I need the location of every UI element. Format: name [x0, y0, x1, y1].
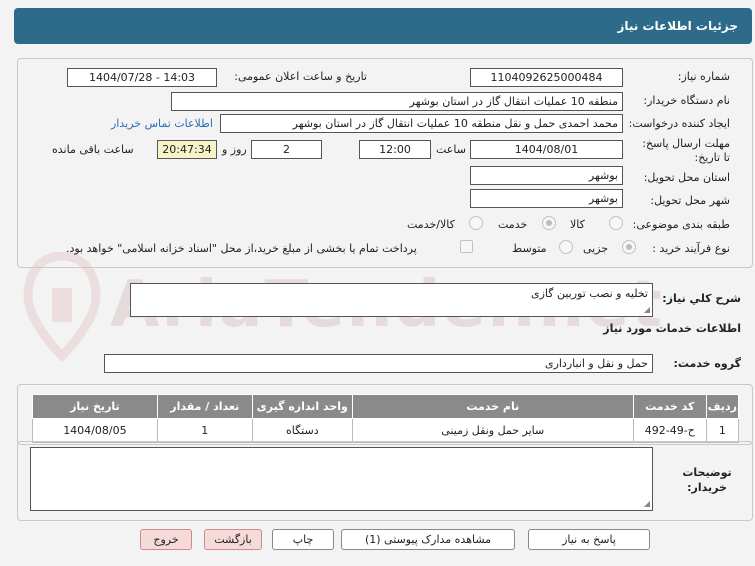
- print-button[interactable]: چاپ: [272, 529, 334, 550]
- cell-row: 1: [705, 418, 740, 443]
- watermark-logo: [22, 251, 102, 363]
- need-number-label: شماره نیاز:: [677, 70, 730, 83]
- category-option-service: خدمت: [498, 218, 528, 231]
- province-label: استان محل تحویل:: [643, 171, 730, 184]
- deadline-label: مهلت ارسال پاسخ: تا تاریخ:: [642, 137, 730, 164]
- col-date: تاریخ نیاز: [32, 394, 158, 419]
- service-group-field: حمل و نقل و انبارداری: [104, 354, 653, 373]
- cell-qty: 1: [156, 418, 253, 443]
- summary-field: تخلیه و نصب توربین گازی ◢: [130, 283, 653, 317]
- deadline-date-field: 1404/08/01: [470, 140, 623, 159]
- cell-code: ح-49-492: [632, 418, 707, 443]
- category-option-both: کالا/خدمت: [407, 218, 455, 231]
- exit-button[interactable]: خروج: [140, 529, 192, 550]
- buyer-org-label: نام دستگاه خریدار:: [643, 94, 730, 107]
- treasury-payment-note: پرداخت تمام یا بخشی از مبلغ خرید،از محل …: [66, 242, 417, 255]
- resize-grip-icon[interactable]: ◢: [644, 500, 650, 508]
- purchase-radio-medium[interactable]: [559, 240, 573, 254]
- purchase-option-minor: جزیی: [583, 242, 609, 255]
- resize-grip-icon[interactable]: ◢: [644, 306, 650, 314]
- services-section-title: اطلاعات خدمات مورد نیاز: [603, 322, 741, 335]
- summary-label: شرح کلي نياز:: [662, 292, 741, 305]
- category-label: طبقه بندی موضوعی:: [632, 218, 730, 231]
- announce-field: 1404/07/28 - 14:03: [67, 68, 217, 87]
- reply-button[interactable]: پاسخ به نیاز: [528, 529, 650, 550]
- city-field: بوشهر: [470, 189, 623, 208]
- notes-textarea[interactable]: ◢: [30, 447, 653, 511]
- table-row: 1 ح-49-492 سایر حمل ونقل زمینی دستگاه 1 …: [32, 418, 740, 443]
- col-row: ردیف: [705, 394, 740, 419]
- purchase-type-label: نوع فرآیند خرید :: [652, 242, 730, 255]
- days-field: 2: [251, 140, 322, 159]
- treasury-payment-checkbox[interactable]: [460, 240, 473, 253]
- cell-name: سایر حمل ونقل زمینی: [351, 418, 634, 443]
- services-table: ردیف کد خدمت نام خدمت واحد اندازه گیری ت…: [32, 394, 740, 443]
- category-radio-service[interactable]: [542, 216, 556, 230]
- creator-field: محمد احمدی حمل و نقل منطقه 10 عملیات انت…: [220, 114, 623, 133]
- cell-unit: دستگاه: [251, 418, 353, 443]
- days-label: روز و: [222, 143, 247, 156]
- remaining-label: ساعت باقی مانده: [52, 143, 134, 156]
- buyer-org-field: منطقه 10 عملیات انتقال گاز در استان بوشه…: [171, 92, 623, 111]
- col-unit: واحد اندازه گیری: [251, 394, 353, 419]
- city-label: شهر محل تحویل:: [650, 194, 730, 207]
- back-button[interactable]: بازگشت: [204, 529, 262, 550]
- panel-header: جزئیات اطلاعات نیاز: [14, 8, 752, 44]
- col-code: کد خدمت: [632, 394, 707, 419]
- category-radio-goods[interactable]: [609, 216, 623, 230]
- category-radio-both[interactable]: [469, 216, 483, 230]
- announce-label: تاریخ و ساعت اعلان عمومی:: [234, 70, 367, 83]
- need-number-field: 1104092625000484: [470, 68, 623, 87]
- buyer-contact-link[interactable]: اطلاعات تماس خریدار: [111, 117, 213, 130]
- attachments-button[interactable]: مشاهده مدارک پیوستی (1): [341, 529, 515, 550]
- col-qty: تعداد / مقدار: [156, 394, 253, 419]
- category-option-goods: کالا: [570, 218, 585, 231]
- province-field: بوشهر: [470, 166, 623, 185]
- purchase-option-medium: متوسط: [512, 242, 547, 255]
- remaining-time-field: 20:47:34: [157, 140, 217, 159]
- cell-date: 1404/08/05: [32, 418, 158, 443]
- page-title: جزئیات اطلاعات نیاز: [617, 19, 738, 33]
- purchase-radio-minor[interactable]: [622, 240, 636, 254]
- service-group-label: گروه خدمت:: [673, 357, 741, 370]
- col-name: نام خدمت: [351, 394, 634, 419]
- deadline-time-label: ساعت: [436, 143, 466, 156]
- creator-label: ایجاد کننده درخواست:: [628, 117, 730, 130]
- notes-label: توضیحات خریدار:: [682, 466, 732, 494]
- deadline-time-field: 12:00: [359, 140, 431, 159]
